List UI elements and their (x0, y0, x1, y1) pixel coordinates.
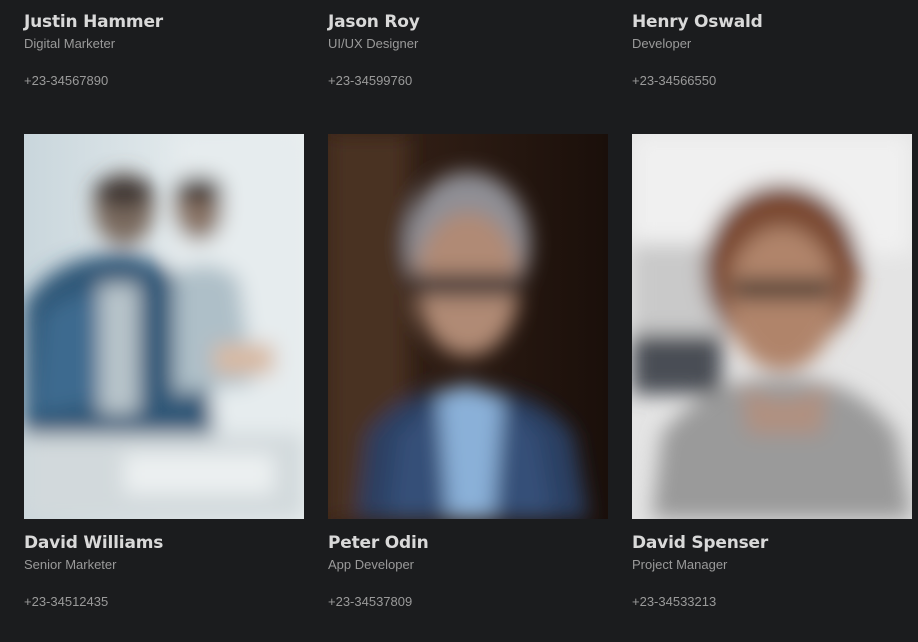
member-role: Project Manager (632, 557, 728, 572)
team-member-info: Henry Oswald Developer +23-34566550 (632, 12, 912, 89)
member-name[interactable]: Jason Roy (328, 12, 608, 32)
team-member-info: Justin Hammer Digital Marketer +23-34567… (24, 12, 304, 89)
photo-image (24, 134, 304, 519)
member-name[interactable]: Justin Hammer (24, 12, 304, 32)
team-member-photo[interactable] (24, 134, 304, 519)
team-member-info: Jason Roy UI/UX Designer +23-34599760 (328, 12, 608, 89)
member-phone[interactable]: +23-34566550 (632, 73, 912, 89)
member-role: Digital Marketer (24, 36, 116, 51)
member-phone[interactable]: +23-34533213 (632, 594, 912, 610)
member-role: App Developer (328, 557, 414, 572)
member-name[interactable]: David Williams (24, 533, 304, 553)
member-name[interactable]: David Spenser (632, 533, 912, 553)
member-role: Developer (632, 36, 692, 51)
team-member-info: David Spenser Project Manager +23-345332… (632, 533, 912, 610)
member-name[interactable]: Henry Oswald (632, 12, 912, 32)
team-member-photo[interactable] (328, 134, 608, 519)
member-name[interactable]: Peter Odin (328, 533, 608, 553)
member-role: UI/UX Designer (328, 36, 419, 51)
member-role: Senior Marketer (24, 557, 117, 572)
team-member-info: David Williams Senior Marketer +23-34512… (24, 533, 304, 610)
team-member-photo[interactable] (632, 134, 912, 519)
photo-image (632, 134, 912, 519)
member-phone[interactable]: +23-34599760 (328, 73, 608, 89)
team-section: Justin Hammer Digital Marketer +23-34567… (0, 0, 918, 642)
team-member-info: Peter Odin App Developer +23-34537809 (328, 533, 608, 610)
member-phone[interactable]: +23-34567890 (24, 73, 304, 89)
member-phone[interactable]: +23-34537809 (328, 594, 608, 610)
member-phone[interactable]: +23-34512435 (24, 594, 304, 610)
photo-image (328, 134, 608, 519)
